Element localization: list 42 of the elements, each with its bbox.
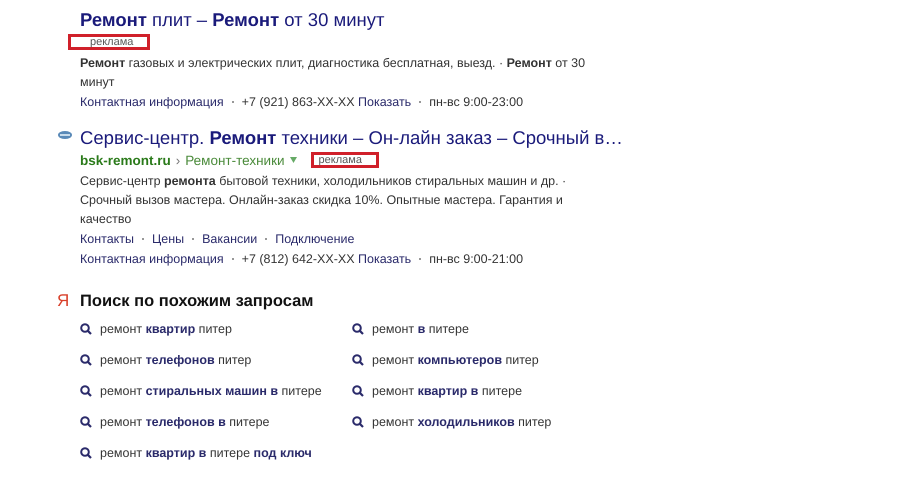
related-query-link[interactable]: ремонт стиральных машин в питере xyxy=(80,381,352,400)
show-phone-link[interactable]: Показать xyxy=(358,92,412,112)
show-phone-link[interactable]: Показать xyxy=(358,249,412,269)
sitelink[interactable]: Контакты xyxy=(80,229,134,249)
related-query-link[interactable]: ремонт холодильников питер xyxy=(352,412,612,431)
related-query-link[interactable]: ремонт в питере xyxy=(352,319,612,338)
search-icon xyxy=(80,446,92,458)
favicon-icon xyxy=(57,130,73,140)
search-icon xyxy=(80,384,92,396)
breadcrumb-separator: › xyxy=(176,152,180,168)
ad-label: реклама xyxy=(310,152,379,168)
contact-info-link[interactable]: Контактная информация xyxy=(80,92,224,112)
ad-label: реклама xyxy=(68,34,150,50)
result-title-link[interactable]: Сервис-центр. Ремонт техники – Он-лайн заказ – Срочный в… xyxy=(80,126,623,150)
opening-hours: пн-вс 9:00-23:00 xyxy=(429,94,524,111)
related-query-link[interactable]: ремонт телефонов питер xyxy=(80,350,352,369)
related-query-link[interactable]: ремонт квартир в питере xyxy=(352,381,612,400)
search-icon xyxy=(352,384,364,396)
breadcrumb-link[interactable]: Ремонт-техники xyxy=(185,152,285,168)
phone-number: +7 (921) 863-XX-XX xyxy=(242,94,355,111)
search-icon xyxy=(352,416,364,428)
phone-number: +7 (812) 642-XX-XX xyxy=(242,251,355,268)
search-icon xyxy=(352,354,364,366)
opening-hours: пн-вс 9:00-21:00 xyxy=(429,251,524,268)
search-icon xyxy=(80,416,92,428)
related-query-link[interactable]: ремонт квартир в питере под ключ xyxy=(80,443,352,462)
result-snippet: Сервис-центр ремонта бытовой техники, холодильников стиральных машин и др. · Срочный вызов мастера. Онлайн-заказ скидка 10%. Опытные мастера. Гарантия и качество xyxy=(80,173,568,228)
search-engine-logo[interactable]: Я xyxy=(57,291,71,311)
sitelink[interactable]: Вакансии xyxy=(202,229,258,249)
sitelink[interactable]: Цены xyxy=(152,229,184,249)
contact-info-link[interactable]: Контактная информация xyxy=(80,249,224,269)
dropdown-icon[interactable] xyxy=(290,157,297,163)
search-icon xyxy=(352,322,364,334)
sitelink[interactable]: Подключение xyxy=(275,229,354,249)
result-url[interactable]: bsk-remont.ru xyxy=(80,152,171,168)
result-title-link[interactable]: Ремонт плит – Ремонт от 30 минут xyxy=(80,8,384,32)
search-icon xyxy=(80,354,92,366)
search-icon xyxy=(80,322,92,334)
related-query-link[interactable]: ремонт компьютеров питер xyxy=(352,350,612,369)
related-query-link[interactable]: ремонт квартир питер xyxy=(80,319,352,338)
section-heading: Поиск по похожим запросам xyxy=(80,292,314,311)
related-query-link[interactable]: ремонт телефонов в питере xyxy=(80,412,352,431)
